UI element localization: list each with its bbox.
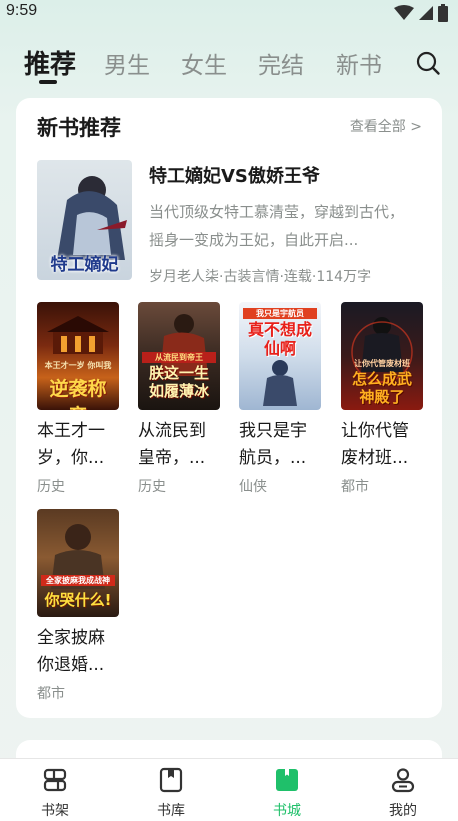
book-cover-subtitle: 本王才一岁 你叫我 [44, 361, 112, 370]
nav-library[interactable]: 书库 [131, 759, 211, 821]
nav-label: 书库 [157, 803, 185, 819]
book-cover-subtitle: 让你代管废材班 [354, 359, 410, 368]
book-genre: 历史 [37, 479, 65, 495]
featured-cover-title: 特工嫡妃 [50, 255, 119, 275]
wifi-icon [394, 5, 414, 20]
tab-male[interactable]: 男生 [104, 46, 150, 80]
bookstore-icon [276, 769, 298, 791]
signal-icon [419, 6, 433, 20]
nav-label: 我的 [389, 803, 417, 819]
nav-bookstore[interactable]: 书城 [247, 759, 327, 821]
book-cover: 让你代管废材班 怎么成武神殿了 [341, 302, 423, 410]
book-genre: 历史 [138, 479, 166, 495]
book-cover-title: 怎么成武神殿了 [351, 370, 412, 406]
book-genre: 都市 [341, 479, 369, 495]
status-time: 9:59 [6, 2, 38, 19]
book-cover-title: 你哭什么! [44, 591, 112, 609]
featured-book-meta: 岁月老人柒·古装言情·连载·114万字 [149, 269, 372, 285]
book-cover-title: 真不想成仙啊 [247, 320, 312, 358]
bookshelf-icon [43, 768, 67, 792]
featured-book-title[interactable]: 特工嫡妃VS傲娇王爷 [149, 162, 320, 188]
book-item[interactable]: 本王才一岁 你叫我 逆袭称帝 本王才一岁，你... 历史 [37, 302, 119, 496]
featured-book-cover[interactable]: 特工嫡妃 [37, 160, 132, 280]
book-title: 我只是宇航员，... [239, 421, 307, 468]
featured-book-description: 当代顶级女特工慕清莹，穿越到古代，摇身一变成为王妃，自此开启... [149, 203, 405, 249]
book-cover: 我只是宇航员 真不想成仙啊 [239, 302, 321, 410]
book-cover-subtitle: 全家披麻我成战神 [41, 575, 115, 586]
book-cover: 全家披麻我成战神 你哭什么! [37, 509, 119, 617]
nav-bookshelf[interactable]: 书架 [15, 759, 95, 821]
nav-label: 书城 [273, 803, 301, 819]
status-bar: 9:59 [0, 0, 458, 28]
book-item[interactable]: 全家披麻我成战神 你哭什么! 全家披麻你退婚... 都市 [37, 509, 119, 703]
book-genre: 仙侠 [239, 479, 267, 495]
book-title: 本王才一岁，你... [37, 421, 105, 468]
book-title: 全家披麻你退婚... [37, 628, 105, 675]
bottom-navigation: 书架 书库 书城 我的 [0, 758, 458, 821]
tab-new[interactable]: 新书 [336, 46, 382, 80]
book-item[interactable]: 让你代管废材班 怎么成武神殿了 让你代管废材班... 都市 [341, 302, 423, 496]
tab-recommend[interactable]: 推荐 [24, 44, 76, 81]
library-icon [159, 767, 183, 793]
tab-female[interactable]: 女生 [181, 46, 227, 80]
top-tabs: 推荐 男生 女生 完结 新书 [0, 40, 458, 90]
search-icon[interactable] [415, 50, 441, 76]
status-icons [394, 4, 448, 22]
battery-icon [438, 4, 448, 22]
profile-icon [391, 768, 415, 793]
book-item[interactable]: 我只是宇航员 真不想成仙啊 我只是宇航员，... 仙侠 [239, 302, 321, 496]
book-cover-subtitle: 我只是宇航员 [243, 308, 317, 319]
book-cover-title: 朕这一生如履薄冰 [148, 364, 209, 400]
nav-profile[interactable]: 我的 [363, 759, 443, 821]
book-cover-title: 逆袭称帝 [49, 378, 107, 410]
book-cover-subtitle: 从流民到帝王 [142, 352, 216, 363]
nav-label: 书架 [41, 803, 69, 819]
book-genre: 都市 [37, 686, 65, 702]
book-cover: 从流民到帝王 朕这一生如履薄冰 [138, 302, 220, 410]
section-title: 新书推荐 [37, 116, 121, 140]
view-all-link[interactable]: 查看全部 > [350, 116, 422, 136]
book-cover: 本王才一岁 你叫我 逆袭称帝 [37, 302, 119, 410]
active-tab-indicator [39, 80, 57, 84]
book-title: 让你代管废材班... [341, 421, 409, 468]
book-title: 从流民到皇帝，... [138, 421, 206, 468]
tab-completed[interactable]: 完结 [258, 46, 304, 80]
new-books-card: 新书推荐 查看全部 > 特工嫡妃 特工嫡妃VS傲娇王爷 当代顶级女特工慕清莹，穿… [16, 98, 442, 718]
book-item[interactable]: 从流民到帝王 朕这一生如履薄冰 从流民到皇帝，... 历史 [138, 302, 220, 496]
